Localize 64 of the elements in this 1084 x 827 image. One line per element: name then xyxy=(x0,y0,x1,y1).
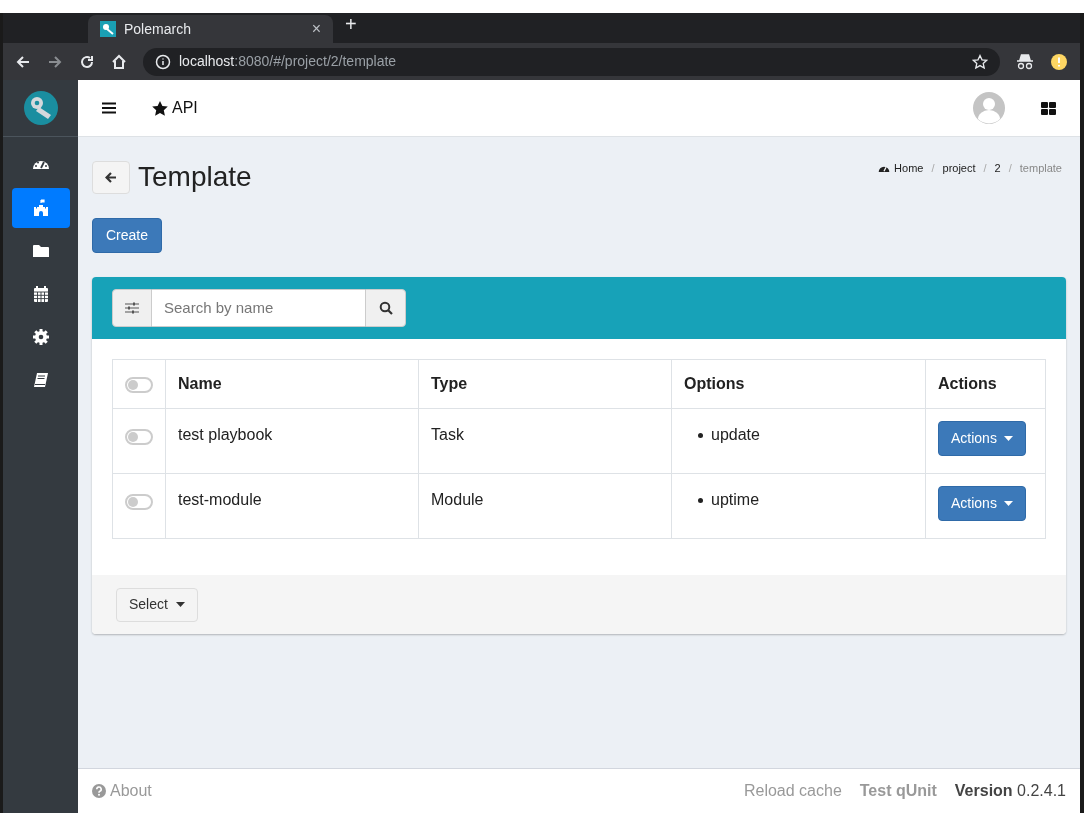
browser-tab[interactable]: Polemarch × xyxy=(88,15,333,43)
row-toggle[interactable] xyxy=(125,428,153,445)
breadcrumb[interactable]: 2 xyxy=(994,160,1001,177)
star-icon[interactable] xyxy=(972,53,988,70)
forward-icon[interactable] xyxy=(47,53,63,70)
actions-dropdown-button[interactable]: Actions xyxy=(938,421,1026,456)
caret-icon xyxy=(1003,436,1013,441)
back-arrow-icon xyxy=(105,171,117,183)
table-cell: Module xyxy=(431,491,484,508)
sidebar-item[interactable] xyxy=(11,188,70,228)
logo-icon[interactable] xyxy=(23,91,58,125)
home-icon[interactable] xyxy=(111,53,127,70)
new-tab-button[interactable]: + xyxy=(345,9,357,39)
address-bar[interactable]: localhost:8080/#/project/2/template xyxy=(143,47,1000,76)
calendar-icon xyxy=(31,285,50,303)
table-cell: Task xyxy=(431,426,464,443)
column-header: Name xyxy=(178,375,222,392)
search-icon xyxy=(378,301,393,315)
column-header: Type xyxy=(431,375,468,392)
bullet-icon xyxy=(698,432,703,438)
table-cell: test playbook xyxy=(178,426,273,443)
info-icon xyxy=(155,53,171,70)
book-icon xyxy=(31,371,50,389)
breadcrumb-separator: / xyxy=(1008,161,1012,176)
actions-dropdown-button[interactable]: Actions xyxy=(938,486,1026,521)
back-icon[interactable] xyxy=(15,53,31,70)
breadcrumb-separator: / xyxy=(931,161,935,176)
search-button[interactable] xyxy=(365,289,406,327)
bullet-icon xyxy=(698,497,703,503)
folder-icon xyxy=(31,242,50,260)
logo-icon xyxy=(100,21,116,37)
create-button[interactable]: Create xyxy=(92,218,163,253)
back-button[interactable] xyxy=(92,160,130,194)
sliders-icon xyxy=(125,302,139,314)
search-field[interactable]: Search by name xyxy=(152,289,365,327)
breadcrumb[interactable]: project xyxy=(942,160,976,177)
breadcrumb: template xyxy=(1019,161,1062,176)
breadcrumb-separator: / xyxy=(983,161,987,176)
url-text: localhost:8080/#/project/2/template xyxy=(179,52,398,71)
column-header: Options xyxy=(684,375,745,392)
column-header: Actions xyxy=(938,375,997,392)
tab-title: Polemarch xyxy=(124,19,192,39)
api-link[interactable]: API xyxy=(152,96,198,120)
reload-icon[interactable] xyxy=(79,53,95,70)
row-toggle[interactable] xyxy=(125,376,153,393)
version-text: Version 0.2.4.1 xyxy=(954,781,1066,801)
settings-icon xyxy=(31,328,50,346)
select-dropdown-button[interactable]: Select xyxy=(116,587,198,622)
option-text: update xyxy=(711,425,760,445)
menu-icon[interactable] xyxy=(102,102,116,114)
caret-icon xyxy=(1003,501,1013,506)
caret-icon xyxy=(175,602,185,607)
castle-icon xyxy=(31,199,50,217)
star-icon xyxy=(152,100,168,116)
table-cell: test-module xyxy=(178,491,262,508)
breadcrumb[interactable]: Home xyxy=(878,160,924,177)
help-icon xyxy=(92,784,106,798)
close-icon[interactable]: × xyxy=(311,17,321,41)
grid-icon[interactable] xyxy=(1041,101,1056,115)
page-title: Template xyxy=(138,160,252,194)
option-text: uptime xyxy=(711,490,760,510)
row-toggle[interactable] xyxy=(125,493,153,510)
alert-icon[interactable] xyxy=(1050,52,1068,71)
incognito-icon[interactable] xyxy=(1016,53,1034,70)
